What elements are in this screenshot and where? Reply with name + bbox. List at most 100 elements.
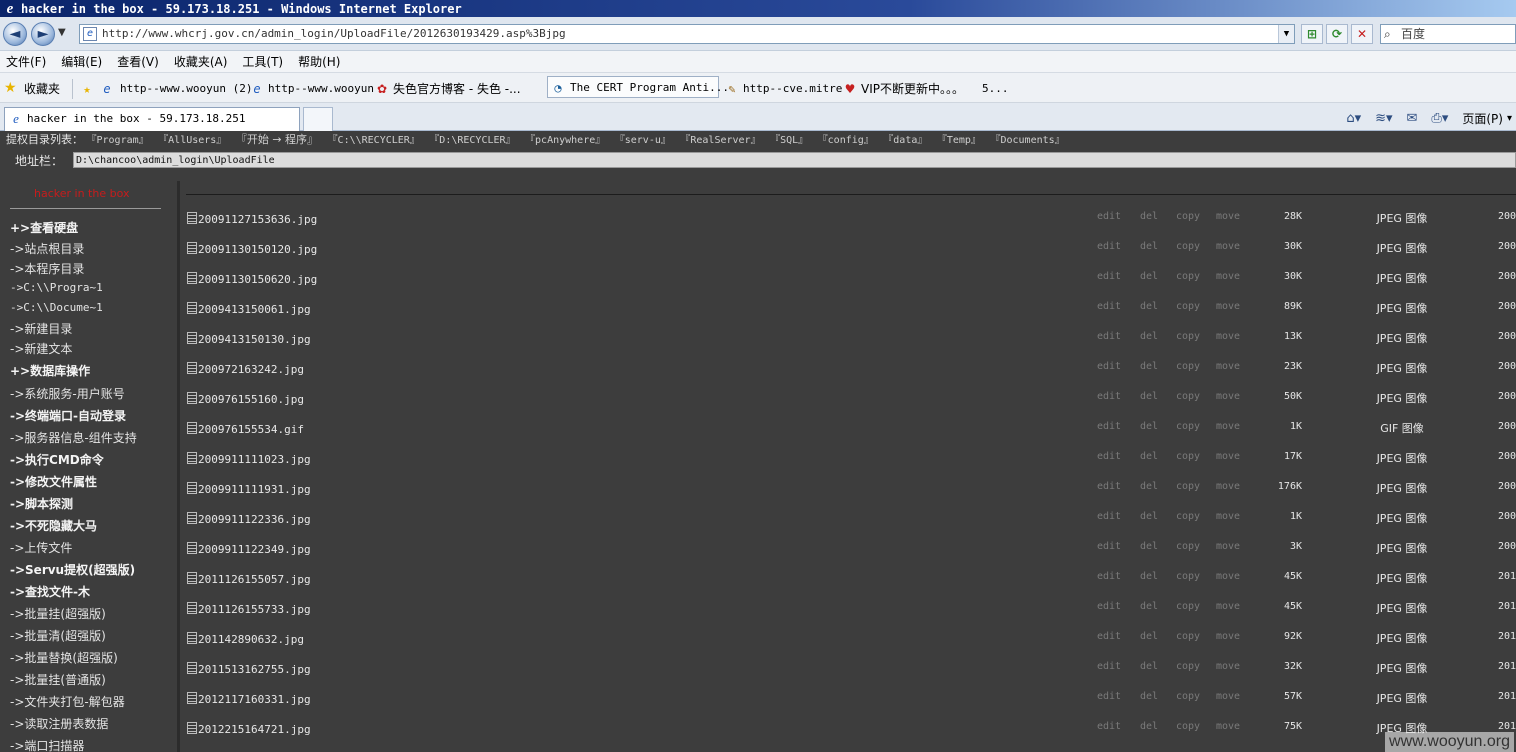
path-link[interactable]: 『config』 — [818, 135, 874, 146]
page-menu-dropdown-icon[interactable]: ▾ — [1507, 113, 1512, 124]
move-link[interactable]: move — [1216, 241, 1240, 252]
copy-link[interactable]: copy — [1176, 451, 1200, 462]
path-link[interactable]: 『data』 — [883, 135, 927, 146]
edit-link[interactable]: edit — [1097, 301, 1121, 312]
copy-link[interactable]: copy — [1176, 421, 1200, 432]
move-link[interactable]: move — [1216, 211, 1240, 222]
file-name-link[interactable]: 20091130150120.jpg — [198, 243, 317, 256]
copy-link[interactable]: copy — [1176, 361, 1200, 372]
menu-tools[interactable]: 工具(T) — [242, 53, 283, 70]
favorite-link-3[interactable]: ✿ 失色官方博客 - 失色 -... — [375, 78, 521, 100]
file-name-link[interactable]: 200976155160.jpg — [198, 393, 304, 406]
del-link[interactable]: del — [1140, 691, 1158, 702]
move-link[interactable]: move — [1216, 721, 1240, 732]
sidebar-item-view-disks[interactable]: +>查看硬盘 — [10, 219, 78, 236]
back-button[interactable]: ◄ — [3, 22, 27, 46]
edit-link[interactable]: edit — [1097, 571, 1121, 582]
menu-help[interactable]: 帮助(H) — [298, 53, 340, 70]
favorite-link-5[interactable]: ✎ http--cve.mitre — [725, 78, 842, 100]
edit-link[interactable]: edit — [1097, 541, 1121, 552]
del-link[interactable]: del — [1140, 511, 1158, 522]
sidebar-item-servu[interactable]: ->Servu提权(超强版) — [10, 561, 135, 578]
mail-icon[interactable]: ✉ — [1407, 111, 1418, 126]
del-link[interactable]: del — [1140, 271, 1158, 282]
del-link[interactable]: del — [1140, 211, 1158, 222]
file-name-link[interactable]: 2009911122336.jpg — [198, 513, 311, 526]
copy-link[interactable]: copy — [1176, 691, 1200, 702]
sidebar-item-find-files[interactable]: ->查找文件-木 — [10, 583, 90, 600]
file-name-link[interactable]: 20091130150620.jpg — [198, 273, 317, 286]
sidebar-item-site-root[interactable]: ->站点根目录 — [10, 240, 84, 257]
forward-button[interactable]: ► — [31, 22, 55, 46]
edit-link[interactable]: edit — [1097, 271, 1121, 282]
copy-link[interactable]: copy — [1176, 331, 1200, 342]
favorite-link-1[interactable]: ★ e http--www.wooyun (2) — [80, 78, 252, 100]
move-link[interactable]: move — [1216, 571, 1240, 582]
sidebar-item-port-scanner[interactable]: ->端口扫描器 — [10, 737, 84, 752]
del-link[interactable]: del — [1140, 481, 1158, 492]
move-link[interactable]: move — [1216, 361, 1240, 372]
copy-link[interactable]: copy — [1176, 571, 1200, 582]
sidebar-item-file-attrs[interactable]: ->修改文件属性 — [10, 473, 97, 490]
file-name-link[interactable]: 2012117160331.jpg — [198, 693, 311, 706]
sidebar-item-terminal-port[interactable]: ->终端端口-自动登录 — [10, 407, 126, 424]
move-link[interactable]: move — [1216, 271, 1240, 282]
del-link[interactable]: del — [1140, 331, 1158, 342]
copy-link[interactable]: copy — [1176, 241, 1200, 252]
edit-link[interactable]: edit — [1097, 511, 1121, 522]
sidebar-item-script-probe[interactable]: ->脚本探测 — [10, 495, 73, 512]
sidebar-item-server-info[interactable]: ->服务器信息-组件支持 — [10, 429, 137, 446]
del-link[interactable]: del — [1140, 301, 1158, 312]
new-tab-button[interactable] — [303, 107, 333, 131]
del-link[interactable]: del — [1140, 661, 1158, 672]
file-name-link[interactable]: 2011126155733.jpg — [198, 603, 311, 616]
edit-link[interactable]: edit — [1097, 481, 1121, 492]
path-link[interactable]: 『AllUsers』 — [158, 135, 226, 146]
stop-button[interactable]: ✕ — [1351, 24, 1373, 44]
sidebar-item-batch-hang-normal[interactable]: ->批量挂(普通版) — [10, 671, 106, 688]
edit-link[interactable]: edit — [1097, 691, 1121, 702]
edit-link[interactable]: edit — [1097, 391, 1121, 402]
sidebar-item-database[interactable]: +>数据库操作 — [10, 362, 90, 379]
sidebar-item-docume[interactable]: ->C:\\Docume~1 — [10, 301, 103, 314]
sidebar-item-registry[interactable]: ->读取注册表数据 — [10, 715, 108, 732]
tab-hacker-in-the-box[interactable]: e hacker in the box - 59.173.18.251 — [4, 107, 300, 131]
sidebar-item-hidden-shell[interactable]: ->不死隐藏大马 — [10, 517, 97, 534]
copy-link[interactable]: copy — [1176, 601, 1200, 612]
file-name-link[interactable]: 2009413150130.jpg — [198, 333, 311, 346]
path-link[interactable]: 『Program』 — [87, 135, 149, 146]
move-link[interactable]: move — [1216, 631, 1240, 642]
sidebar-item-upload[interactable]: ->上传文件 — [10, 539, 72, 556]
copy-link[interactable]: copy — [1176, 391, 1200, 402]
edit-link[interactable]: edit — [1097, 631, 1121, 642]
menu-file[interactable]: 文件(F) — [6, 53, 46, 70]
favorite-link-6[interactable]: ♥ VIP不断更新中。。。 — [843, 78, 964, 100]
favorite-link-4[interactable]: ◔ The CERT Program Anti... — [547, 76, 729, 98]
refresh-button[interactable]: ⟳ — [1326, 24, 1348, 44]
path-link[interactable]: 『RealServer』 — [680, 135, 760, 146]
move-link[interactable]: move — [1216, 481, 1240, 492]
copy-link[interactable]: copy — [1176, 301, 1200, 312]
copy-link[interactable]: copy — [1176, 511, 1200, 522]
sidebar-item-services-users[interactable]: ->系统服务-用户账号 — [10, 385, 125, 402]
move-link[interactable]: move — [1216, 661, 1240, 672]
del-link[interactable]: del — [1140, 541, 1158, 552]
move-link[interactable]: move — [1216, 691, 1240, 702]
menu-favorites[interactable]: 收藏夹(A) — [174, 53, 228, 70]
file-name-link[interactable]: 2012215164721.jpg — [198, 723, 311, 736]
path-link[interactable]: 『pcAnywhere』 — [525, 135, 605, 146]
del-link[interactable]: del — [1140, 391, 1158, 402]
copy-link[interactable]: copy — [1176, 541, 1200, 552]
move-link[interactable]: move — [1216, 451, 1240, 462]
search-input[interactable]: ⌕ 百度 — [1380, 24, 1516, 44]
move-link[interactable]: move — [1216, 541, 1240, 552]
edit-link[interactable]: edit — [1097, 361, 1121, 372]
copy-link[interactable]: copy — [1176, 661, 1200, 672]
file-name-link[interactable]: 2009911122349.jpg — [198, 543, 311, 556]
move-link[interactable]: move — [1216, 511, 1240, 522]
file-name-link[interactable]: 201142890632.jpg — [198, 633, 304, 646]
move-link[interactable]: move — [1216, 331, 1240, 342]
edit-link[interactable]: edit — [1097, 331, 1121, 342]
path-link[interactable]: 『D:\RECYCLER』 — [429, 135, 515, 146]
sidebar-item-batch-replace[interactable]: ->批量替换(超强版) — [10, 649, 118, 666]
